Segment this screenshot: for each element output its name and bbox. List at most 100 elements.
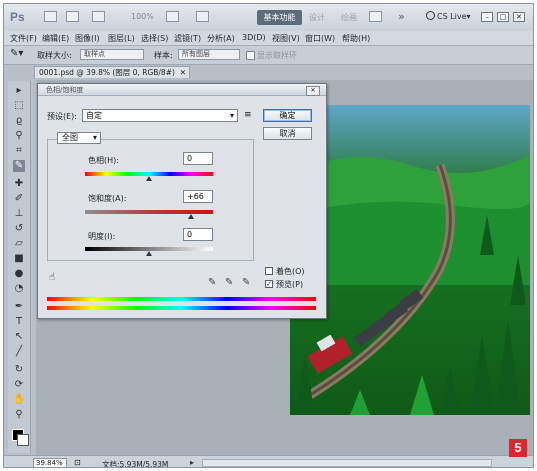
clone-stamp-tool-icon[interactable]: ⊥ — [13, 208, 25, 220]
hue-saturation-dialog: 色相/饱和度 ✕ 预设(E): 自定 ▾ ≡ 确定 取消 全图 ▾ 色相(H): 0… — [37, 83, 327, 319]
more-workspaces-button[interactable]: » — [398, 10, 405, 23]
menu-edit[interactable]: 编辑(E) — [42, 33, 69, 44]
crop-tool-icon[interactable]: ⌗ — [13, 145, 25, 157]
menu-help[interactable]: 帮助(H) — [342, 33, 370, 44]
workspace-painting-button[interactable]: 绘画 — [341, 12, 357, 23]
adjustment-group — [47, 139, 254, 261]
zoom-tool-icon[interactable]: ⚲ — [13, 409, 25, 421]
lightness-input[interactable]: 0 — [183, 228, 213, 241]
3d-rotate-tool-icon[interactable]: ↻ — [13, 364, 25, 376]
eyedropper-preset-icon[interactable]: ✎▾ — [10, 48, 23, 59]
document-tab[interactable]: 0001.psd @ 39.8% (图层 0, RGB/8#) ✕ — [34, 66, 190, 78]
3d-orbit-tool-icon[interactable]: ⟳ — [13, 379, 25, 391]
menu-filter[interactable]: 滤镜(T) — [174, 33, 201, 44]
screen-mode-icon[interactable] — [196, 11, 209, 22]
menu-3d[interactable]: 3D(D) — [242, 33, 266, 42]
eyedropper-icon[interactable]: ✎ — [208, 277, 216, 288]
sample-select[interactable]: 所有图层 — [178, 49, 240, 60]
channel-value: 全图 — [62, 133, 78, 142]
menu-analysis[interactable]: 分析(A) — [207, 33, 235, 44]
targeted-adjustment-icon[interactable]: ☝ — [49, 272, 55, 283]
hand-tool-icon[interactable]: ✋ — [13, 394, 25, 406]
status-menu-arrow-icon[interactable]: ▸ — [190, 458, 194, 467]
saturation-label: 饱和度(A): — [88, 194, 127, 203]
preview-checkbox[interactable]: ✓ — [265, 280, 273, 288]
channel-select[interactable]: 全图 ▾ — [57, 132, 101, 144]
ok-button[interactable]: 确定 — [263, 109, 312, 122]
arrange-documents-icon[interactable] — [166, 11, 179, 22]
healing-brush-tool-icon[interactable]: ✚ — [13, 178, 25, 190]
type-tool-icon[interactable]: T — [13, 316, 25, 328]
preset-value: 自定 — [86, 111, 102, 120]
saturation-slider-thumb[interactable] — [188, 214, 194, 219]
eyedropper-tool-icon[interactable]: ✎ — [13, 160, 25, 172]
menu-view[interactable]: 视图(V) — [272, 33, 300, 44]
cs-live-button[interactable]: CS Live▾ — [426, 11, 471, 21]
output-spectrum-bar — [47, 306, 316, 310]
minimize-button[interactable]: – — [481, 12, 493, 22]
add-to-sample-icon[interactable]: ✎ — [225, 277, 233, 288]
marquee-tool-icon[interactable]: ⬚ — [13, 100, 25, 112]
menu-window[interactable]: 窗口(W) — [305, 33, 335, 44]
close-button[interactable]: ✕ — [513, 12, 525, 22]
cs-live-label: CS Live — [437, 12, 467, 21]
shape-tool-icon[interactable]: ╱ — [13, 346, 25, 358]
photoshop-window: Ps 100% 基本功能 设计 绘画 » CS Live▾ – □ ✕ 文件(F… — [3, 3, 534, 468]
lightness-label: 明度(I): — [88, 232, 116, 241]
brush-tool-icon[interactable]: ✐ — [13, 193, 25, 205]
path-selection-tool-icon[interactable]: ↖ — [13, 331, 25, 343]
sample-label: 样本: — [154, 51, 173, 60]
quick-selection-tool-icon[interactable]: ⚲ — [13, 130, 25, 142]
mini-bridge-icon[interactable] — [66, 11, 79, 22]
photoshop-logo: Ps — [10, 10, 25, 24]
pen-tool-icon[interactable]: ✒ — [13, 301, 25, 313]
lasso-tool-icon[interactable]: ϱ — [13, 115, 25, 127]
hue-label: 色相(H): — [88, 156, 119, 165]
menu-bar: 文件(F) 编辑(E) 图像(I) 图层(L) 选择(S) 滤镜(T) 分析(A… — [4, 31, 533, 46]
horizontal-scrollbar[interactable] — [202, 459, 492, 467]
sample-size-label: 取样大小: — [37, 51, 72, 60]
preset-options-icon[interactable]: ≡ — [244, 110, 252, 120]
bridge-icon[interactable] — [44, 11, 57, 22]
status-zoom-field[interactable]: 39.84% — [33, 458, 67, 467]
menu-select[interactable]: 选择(S) — [141, 33, 168, 44]
show-sampling-ring-checkbox[interactable] — [246, 51, 255, 60]
dodge-tool-icon[interactable]: ◔ — [13, 283, 25, 295]
document-tab-title: 0001.psd @ 39.8% (图层 0, RGB/8#) — [39, 68, 175, 77]
history-brush-tool-icon[interactable]: ↺ — [13, 223, 25, 235]
step-number-badge: 5 — [509, 439, 527, 457]
document-size-info: 文档:5.93M/5.93M — [102, 460, 169, 468]
zoom-level-field[interactable]: 100% — [131, 12, 154, 21]
workspace-design-button[interactable]: 设计 — [309, 12, 325, 23]
eraser-tool-icon[interactable]: ▱ — [13, 238, 25, 250]
tools-panel: ▸ ⬚ ϱ ⚲ ⌗ ✎ ✚ ✐ ⊥ ↺ ▱ ■ ● ◔ ✒ T ↖ ╱ ↻ ⟳ … — [8, 81, 31, 453]
dialog-close-button[interactable]: ✕ — [306, 86, 320, 96]
workspace-photography-icon[interactable] — [369, 11, 382, 22]
status-bar: 39.84% ⊡ 文档:5.93M/5.93M ▸ — [4, 455, 533, 468]
preset-select[interactable]: 自定 ▾ — [82, 109, 238, 122]
status-icon[interactable]: ⊡ — [74, 458, 81, 467]
colorize-label: 着色(O) — [276, 267, 305, 276]
subtract-from-sample-icon[interactable]: ✎ — [242, 277, 250, 288]
saturation-input[interactable]: +66 — [183, 190, 213, 203]
gradient-tool-icon[interactable]: ■ — [13, 253, 25, 265]
menu-layer[interactable]: 图层(L) — [108, 33, 135, 44]
dialog-title: 色相/饱和度 — [38, 84, 326, 96]
colorize-checkbox[interactable] — [265, 267, 273, 275]
hue-slider-thumb[interactable] — [146, 176, 152, 181]
move-tool-icon[interactable]: ▸ — [13, 85, 25, 97]
blur-tool-icon[interactable]: ● — [13, 268, 25, 280]
background-color-swatch[interactable] — [17, 434, 29, 446]
view-extras-icon[interactable] — [92, 11, 105, 22]
menu-file[interactable]: 文件(F) — [10, 33, 37, 44]
close-document-icon[interactable]: ✕ — [180, 67, 186, 79]
menu-image[interactable]: 图像(I) — [75, 33, 100, 44]
sample-size-select[interactable]: 取样点 — [80, 49, 144, 60]
preset-label: 预设(E): — [47, 112, 77, 121]
maximize-button[interactable]: □ — [497, 12, 509, 22]
hue-input[interactable]: 0 — [183, 152, 213, 165]
cancel-button[interactable]: 取消 — [263, 127, 312, 140]
workspace-essentials-button[interactable]: 基本功能 — [257, 10, 302, 25]
lightness-slider-thumb[interactable] — [146, 251, 152, 256]
application-bar: Ps 100% 基本功能 设计 绘画 » CS Live▾ – □ ✕ — [4, 4, 533, 32]
